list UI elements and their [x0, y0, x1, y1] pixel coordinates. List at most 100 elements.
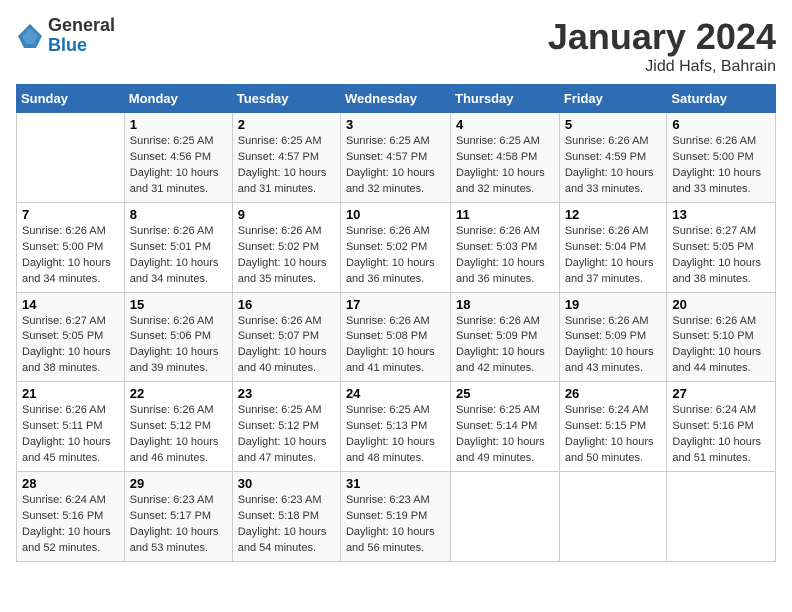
day-number: 18 [456, 297, 554, 312]
day-number: 17 [346, 297, 445, 312]
calendar-cell: 2Sunrise: 6:25 AM Sunset: 4:57 PM Daylig… [232, 113, 340, 203]
day-info: Sunrise: 6:26 AM Sunset: 5:07 PM Dayligh… [238, 314, 335, 378]
day-number: 28 [22, 476, 119, 491]
calendar-cell: 8 Sunrise: 6:26 AM Sunset: 5:01 PM Daylig… [124, 202, 232, 292]
calendar-table: SundayMondayTuesdayWednesdayThursdayFrid… [16, 84, 776, 562]
day-number: 2 [238, 117, 335, 132]
calendar-cell: 19 Sunrise: 6:26 AM Sunset: 5:09 PM Dayli… [559, 292, 667, 382]
day-number: 27 [672, 386, 770, 401]
day-number: 6 [672, 117, 770, 132]
day-number: 22 [130, 386, 227, 401]
header-day-thursday: Thursday [451, 85, 560, 113]
day-info: Sunrise: 6:23 AM Sunset: 5:17 PM Dayligh… [130, 493, 227, 557]
logo: General Blue [16, 16, 115, 56]
day-info: Sunrise: 6:25 AM Sunset: 5:12 PM Dayligh… [238, 403, 335, 467]
calendar-cell [667, 472, 776, 562]
day-number: 16 [238, 297, 335, 312]
day-number: 23 [238, 386, 335, 401]
day-info: Sunrise: 6:26 AM Sunset: 5:06 PM Dayligh… [130, 314, 227, 378]
day-number: 20 [672, 297, 770, 312]
day-info: Sunrise: 6:25 AM Sunset: 4:56 PM Dayligh… [130, 134, 227, 198]
calendar-cell: 9Sunrise: 6:26 AM Sunset: 5:02 PM Daylig… [232, 202, 340, 292]
day-info: Sunrise: 6:26 AM Sunset: 5:10 PM Dayligh… [672, 314, 770, 378]
day-number: 8 [130, 207, 227, 222]
week-row-3: 14 Sunrise: 6:27 AM Sunset: 5:05 PM Dayli… [17, 292, 776, 382]
calendar-cell: 18 Sunrise: 6:26 AM Sunset: 5:09 PM Dayli… [451, 292, 560, 382]
day-number: 5 [565, 117, 662, 132]
day-number: 29 [130, 476, 227, 491]
week-row-4: 21Sunrise: 6:26 AM Sunset: 5:11 PM Dayli… [17, 382, 776, 472]
calendar-cell: 4 Sunrise: 6:25 AM Sunset: 4:58 PM Daylig… [451, 113, 560, 203]
day-info: Sunrise: 6:26 AM Sunset: 5:12 PM Dayligh… [130, 403, 227, 467]
day-number: 9 [238, 207, 335, 222]
calendar-cell: 25Sunrise: 6:25 AM Sunset: 5:14 PM Dayli… [451, 382, 560, 472]
calendar-cell: 1Sunrise: 6:25 AM Sunset: 4:56 PM Daylig… [124, 113, 232, 203]
calendar-cell: 23 Sunrise: 6:25 AM Sunset: 5:12 PM Dayli… [232, 382, 340, 472]
day-number: 26 [565, 386, 662, 401]
header-day-sunday: Sunday [17, 85, 125, 113]
day-info: Sunrise: 6:26 AM Sunset: 5:08 PM Dayligh… [346, 314, 445, 378]
calendar-cell: 27Sunrise: 6:24 AM Sunset: 5:16 PM Dayli… [667, 382, 776, 472]
calendar-cell: 31Sunrise: 6:23 AM Sunset: 5:19 PM Dayli… [340, 472, 450, 562]
day-number: 14 [22, 297, 119, 312]
header-day-monday: Monday [124, 85, 232, 113]
day-number: 19 [565, 297, 662, 312]
day-number: 12 [565, 207, 662, 222]
calendar-cell: 14 Sunrise: 6:27 AM Sunset: 5:05 PM Dayli… [17, 292, 125, 382]
day-number: 15 [130, 297, 227, 312]
day-info: Sunrise: 6:26 AM Sunset: 5:09 PM Dayligh… [456, 314, 554, 378]
logo-blue-text: Blue [48, 36, 115, 56]
calendar-cell: 22 Sunrise: 6:26 AM Sunset: 5:12 PM Dayli… [124, 382, 232, 472]
header-row: SundayMondayTuesdayWednesdayThursdayFrid… [17, 85, 776, 113]
calendar-cell: 21Sunrise: 6:26 AM Sunset: 5:11 PM Dayli… [17, 382, 125, 472]
day-number: 4 [456, 117, 554, 132]
day-info: Sunrise: 6:25 AM Sunset: 4:58 PM Dayligh… [456, 134, 554, 198]
subtitle: Jidd Hafs, Bahrain [548, 58, 776, 76]
day-info: Sunrise: 6:23 AM Sunset: 5:19 PM Dayligh… [346, 493, 445, 557]
day-info: Sunrise: 6:26 AM Sunset: 4:59 PM Dayligh… [565, 134, 662, 198]
day-info: Sunrise: 6:26 AM Sunset: 5:00 PM Dayligh… [672, 134, 770, 198]
calendar-cell: 5 Sunrise: 6:26 AM Sunset: 4:59 PM Daylig… [559, 113, 667, 203]
logo-general-text: General [48, 16, 115, 36]
day-number: 13 [672, 207, 770, 222]
day-info: Sunrise: 6:23 AM Sunset: 5:18 PM Dayligh… [238, 493, 335, 557]
page-header: General Blue January 2024 Jidd Hafs, Bah… [16, 16, 776, 76]
calendar-cell: 3Sunrise: 6:25 AM Sunset: 4:57 PM Daylig… [340, 113, 450, 203]
day-info: Sunrise: 6:26 AM Sunset: 5:04 PM Dayligh… [565, 224, 662, 288]
day-number: 11 [456, 207, 554, 222]
calendar-cell [451, 472, 560, 562]
calendar-cell: 11 Sunrise: 6:26 AM Sunset: 5:03 PM Dayli… [451, 202, 560, 292]
header-day-tuesday: Tuesday [232, 85, 340, 113]
day-info: Sunrise: 6:25 AM Sunset: 5:14 PM Dayligh… [456, 403, 554, 467]
week-row-1: 1Sunrise: 6:25 AM Sunset: 4:56 PM Daylig… [17, 113, 776, 203]
day-info: Sunrise: 6:25 AM Sunset: 5:13 PM Dayligh… [346, 403, 445, 467]
day-number: 24 [346, 386, 445, 401]
calendar-cell [559, 472, 667, 562]
day-info: Sunrise: 6:27 AM Sunset: 5:05 PM Dayligh… [22, 314, 119, 378]
day-info: Sunrise: 6:26 AM Sunset: 5:11 PM Dayligh… [22, 403, 119, 467]
calendar-cell: 16 Sunrise: 6:26 AM Sunset: 5:07 PM Dayli… [232, 292, 340, 382]
week-row-2: 7 Sunrise: 6:26 AM Sunset: 5:00 PM Daylig… [17, 202, 776, 292]
calendar-cell: 29 Sunrise: 6:23 AM Sunset: 5:17 PM Dayli… [124, 472, 232, 562]
logo-icon [16, 22, 44, 50]
header-day-wednesday: Wednesday [340, 85, 450, 113]
day-info: Sunrise: 6:26 AM Sunset: 5:02 PM Dayligh… [346, 224, 445, 288]
day-info: Sunrise: 6:26 AM Sunset: 5:09 PM Dayligh… [565, 314, 662, 378]
day-number: 7 [22, 207, 119, 222]
calendar-cell: 26Sunrise: 6:24 AM Sunset: 5:15 PM Dayli… [559, 382, 667, 472]
title-block: January 2024 Jidd Hafs, Bahrain [548, 16, 776, 76]
calendar-cell: 15 Sunrise: 6:26 AM Sunset: 5:06 PM Dayli… [124, 292, 232, 382]
header-day-friday: Friday [559, 85, 667, 113]
day-info: Sunrise: 6:26 AM Sunset: 5:01 PM Dayligh… [130, 224, 227, 288]
calendar-cell: 6 Sunrise: 6:26 AM Sunset: 5:00 PM Daylig… [667, 113, 776, 203]
day-info: Sunrise: 6:27 AM Sunset: 5:05 PM Dayligh… [672, 224, 770, 288]
calendar-cell: 13 Sunrise: 6:27 AM Sunset: 5:05 PM Dayli… [667, 202, 776, 292]
day-info: Sunrise: 6:26 AM Sunset: 5:03 PM Dayligh… [456, 224, 554, 288]
week-row-5: 28 Sunrise: 6:24 AM Sunset: 5:16 PM Dayli… [17, 472, 776, 562]
calendar-cell: 17 Sunrise: 6:26 AM Sunset: 5:08 PM Dayli… [340, 292, 450, 382]
calendar-cell: 12 Sunrise: 6:26 AM Sunset: 5:04 PM Dayli… [559, 202, 667, 292]
day-number: 30 [238, 476, 335, 491]
day-info: Sunrise: 6:24 AM Sunset: 5:16 PM Dayligh… [22, 493, 119, 557]
day-info: Sunrise: 6:26 AM Sunset: 5:00 PM Dayligh… [22, 224, 119, 288]
calendar-cell [17, 113, 125, 203]
